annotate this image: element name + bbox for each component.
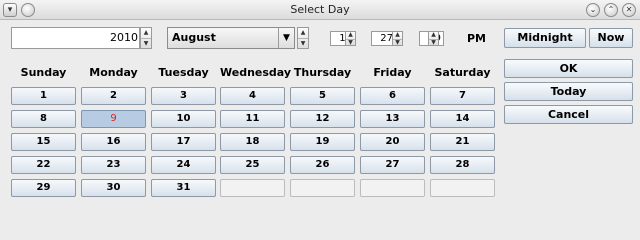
day-cell[interactable]: 22: [11, 156, 76, 174]
minute-down-icon[interactable]: ▼: [393, 38, 402, 46]
today-button[interactable]: Today: [504, 82, 633, 101]
empty-day-cell: [220, 179, 285, 197]
weekday-header: Friday: [373, 66, 412, 79]
second-down-icon[interactable]: ▼: [429, 38, 438, 46]
month-up-icon[interactable]: ▲: [298, 28, 308, 38]
midnight-button[interactable]: Midnight: [504, 28, 586, 48]
minimize-icon[interactable]: ⌄: [586, 3, 600, 17]
year-up-icon[interactable]: ▲: [141, 28, 151, 38]
day-cell[interactable]: 20: [360, 133, 425, 151]
day-cell[interactable]: 24: [151, 156, 216, 174]
month-value: August: [172, 31, 216, 44]
year-field[interactable]: 2010: [11, 27, 140, 49]
day-cell[interactable]: 26: [290, 156, 355, 174]
day-cell[interactable]: 6: [360, 87, 425, 105]
day-cell[interactable]: 19: [290, 133, 355, 151]
day-cell[interactable]: 25: [220, 156, 285, 174]
day-cell[interactable]: 12: [290, 110, 355, 128]
day-cell[interactable]: 14: [430, 110, 495, 128]
day-cell[interactable]: 7: [430, 87, 495, 105]
day-cell[interactable]: 15: [11, 133, 76, 151]
weekday-header: Tuesday: [158, 66, 209, 79]
title-bar: ▾ Select Day ⌄ ⌃ ✕: [0, 0, 640, 20]
day-cell[interactable]: 23: [81, 156, 146, 174]
empty-day-cell: [360, 179, 425, 197]
day-cell[interactable]: 29: [11, 179, 76, 197]
now-button[interactable]: Now: [589, 28, 633, 48]
day-cell[interactable]: 18: [220, 133, 285, 151]
empty-day-cell: [290, 179, 355, 197]
ampm-label: PM: [467, 32, 487, 45]
empty-day-cell: [430, 179, 495, 197]
day-cell[interactable]: 5: [290, 87, 355, 105]
cancel-button[interactable]: Cancel: [504, 105, 633, 124]
second-spinner[interactable]: ▲ ▼: [428, 31, 439, 46]
day-cell[interactable]: 13: [360, 110, 425, 128]
weekday-header: Monday: [89, 66, 138, 79]
day-cell[interactable]: 11: [220, 110, 285, 128]
day-cell[interactable]: 2: [81, 87, 146, 105]
day-cell[interactable]: 3: [151, 87, 216, 105]
day-cell[interactable]: 30: [81, 179, 146, 197]
day-cell[interactable]: 17: [151, 133, 216, 151]
year-down-icon[interactable]: ▼: [141, 38, 151, 48]
day-cell[interactable]: 8: [11, 110, 76, 128]
hour-spinner[interactable]: ▲ ▼: [345, 31, 356, 46]
weekday-header: Saturday: [434, 66, 491, 79]
day-cell[interactable]: 21: [430, 133, 495, 151]
ok-button[interactable]: OK: [504, 59, 633, 78]
day-cell[interactable]: 27: [360, 156, 425, 174]
window-title: Select Day: [290, 3, 350, 16]
day-cell[interactable]: 4: [220, 87, 285, 105]
maximize-icon[interactable]: ⌃: [604, 3, 618, 17]
day-cell[interactable]: 16: [81, 133, 146, 151]
weekday-header: Thursday: [293, 66, 352, 79]
month-spinner[interactable]: ▲ ▼: [297, 27, 309, 49]
weekday-header: Sunday: [20, 66, 67, 79]
month-down-icon[interactable]: ▼: [298, 38, 308, 48]
day-cell[interactable]: 10: [151, 110, 216, 128]
minute-spinner[interactable]: ▲ ▼: [392, 31, 403, 46]
month-select[interactable]: August ▼: [167, 27, 295, 49]
year-spinner[interactable]: ▲ ▼: [140, 27, 152, 49]
hour-down-icon[interactable]: ▼: [346, 38, 355, 46]
day-cell[interactable]: 28: [430, 156, 495, 174]
day-cell[interactable]: 31: [151, 179, 216, 197]
chevron-down-icon[interactable]: ▼: [278, 28, 294, 48]
weekday-header: Wednesday: [220, 66, 292, 79]
day-cell-selected[interactable]: 9: [81, 110, 146, 128]
close-icon[interactable]: ✕: [622, 3, 636, 17]
day-cell[interactable]: 1: [11, 87, 76, 105]
